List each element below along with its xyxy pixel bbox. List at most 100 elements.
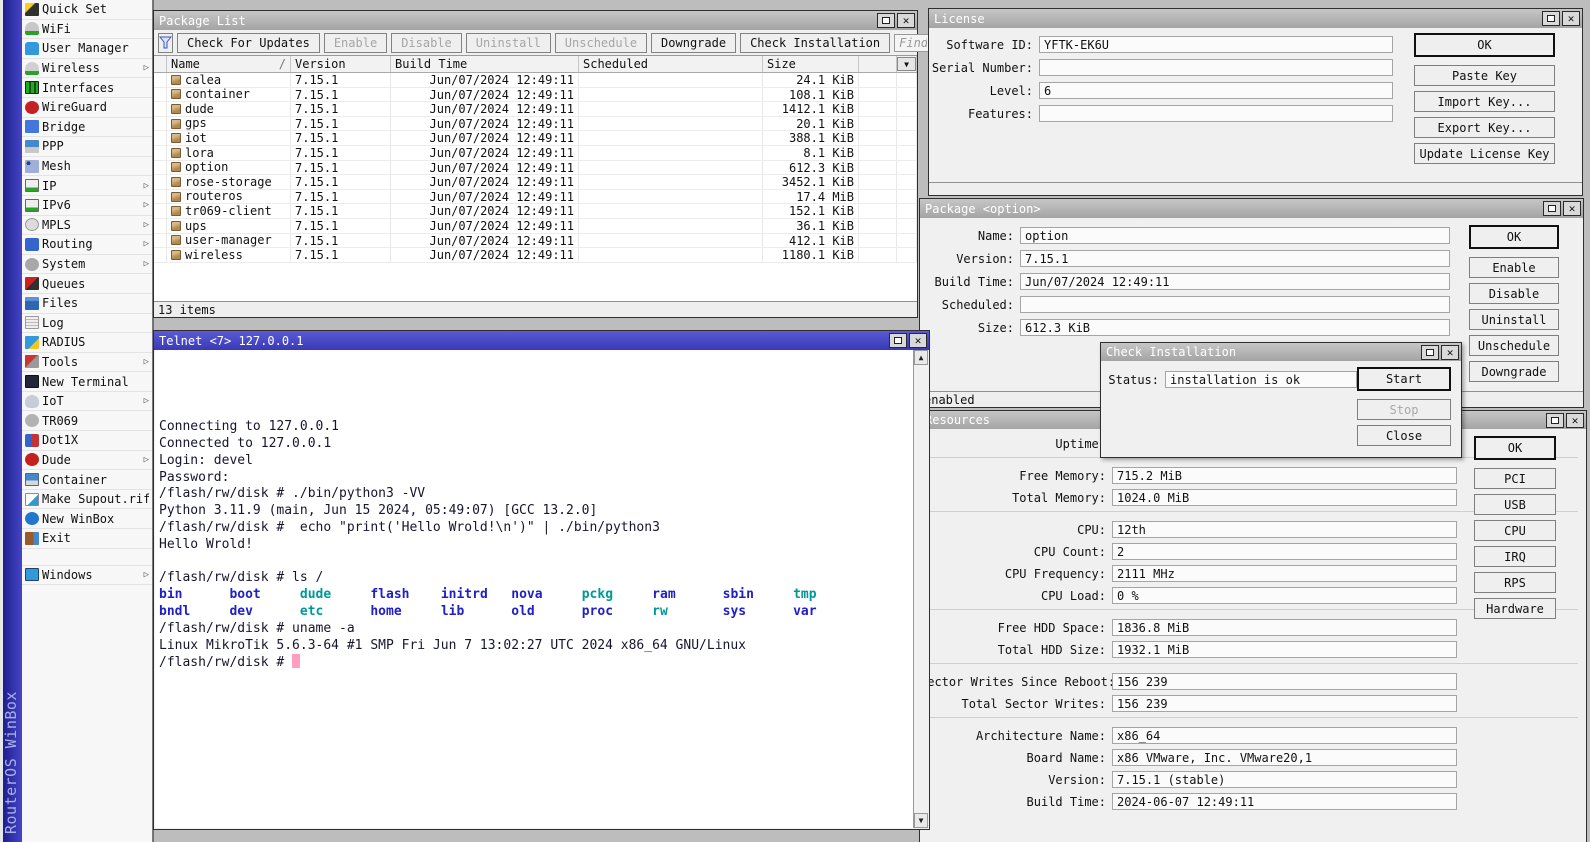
terminal-content[interactable]: Connecting to 127.0.0.1Connected to 127.… (155, 350, 913, 828)
maximize-button[interactable] (889, 333, 907, 348)
package-row[interactable]: tr069-client7.15.1Jun/07/2024 12:49:1115… (154, 204, 917, 219)
package-row[interactable]: ups7.15.1Jun/07/2024 12:49:1136.1 KiB (154, 219, 917, 234)
size-field[interactable]: 612.3 KiB (1020, 319, 1450, 336)
downgrade-button[interactable]: Downgrade (1469, 361, 1559, 382)
close-icon[interactable] (1441, 345, 1459, 360)
sidebar-item-tr069[interactable]: TR069 (22, 411, 152, 431)
build-time-field[interactable]: 2024-06-07 12:49:11 (1112, 793, 1457, 810)
name-field[interactable]: option (1020, 227, 1450, 244)
sidebar-item-radius[interactable]: RADIUS (22, 333, 152, 353)
downgrade-button[interactable]: Downgrade (651, 33, 736, 53)
maximize-button[interactable] (1543, 201, 1561, 216)
board-name-field[interactable]: x86 VMware, Inc. VMware20,1 (1112, 749, 1457, 766)
package-row[interactable]: lora7.15.1Jun/07/2024 12:49:118.1 KiB (154, 146, 917, 161)
sidebar-item-user-manager[interactable]: User Manager (22, 39, 152, 59)
check-for-updates-button[interactable]: Check For Updates (177, 33, 320, 53)
serial-number-field[interactable] (1039, 59, 1393, 76)
close-button[interactable]: Close (1357, 425, 1451, 446)
package-row[interactable]: wireless7.15.1Jun/07/2024 12:49:111180.1… (154, 248, 917, 263)
maximize-button[interactable] (1546, 413, 1564, 428)
sidebar-item-container[interactable]: Container (22, 470, 152, 490)
total-sector-writes-field[interactable]: 156 239 (1112, 695, 1457, 712)
cpu-count-field[interactable]: 2 (1112, 543, 1457, 560)
close-icon[interactable] (897, 13, 915, 28)
sidebar-item-interfaces[interactable]: Interfaces (22, 78, 152, 98)
scroll-down-icon[interactable]: ▼ (914, 813, 928, 828)
level-field[interactable]: 6 (1039, 82, 1393, 99)
sidebar-item-quick-set[interactable]: Quick Set (22, 0, 152, 20)
sidebar-item-mpls[interactable]: MPLS▷ (22, 216, 152, 236)
sidebar-item-routing[interactable]: Routing▷ (22, 235, 152, 255)
package-row[interactable]: iot7.15.1Jun/07/2024 12:49:11388.1 KiB (154, 131, 917, 146)
column-menu-button[interactable]: ▼ (897, 57, 916, 71)
build-time-field[interactable]: Jun/07/2024 12:49:11 (1020, 273, 1450, 290)
sidebar-item-iot[interactable]: IoT▷ (22, 392, 152, 412)
close-icon[interactable] (909, 333, 927, 348)
sidebar-item-dot1x[interactable]: Dot1X (22, 431, 152, 451)
free-memory-field[interactable]: 715.2 MiB (1112, 467, 1457, 484)
uninstall-button[interactable]: Uninstall (1469, 309, 1559, 330)
version-field[interactable]: 7.15.1 (stable) (1112, 771, 1457, 788)
sidebar-item-wifi[interactable]: WiFi (22, 20, 152, 40)
maximize-button[interactable] (1421, 345, 1439, 360)
version-field[interactable]: 7.15.1 (1020, 250, 1450, 267)
sidebar-item-mesh[interactable]: Mesh (22, 157, 152, 177)
cpu-field[interactable]: 12th (1112, 521, 1457, 538)
package-row[interactable]: gps7.15.1Jun/07/2024 12:49:1120.1 KiB (154, 117, 917, 132)
hardware-button[interactable]: Hardware (1474, 598, 1556, 619)
package-row[interactable]: container7.15.1Jun/07/2024 12:49:11108.1… (154, 88, 917, 103)
column-version[interactable]: Version (291, 56, 391, 72)
package-row[interactable]: rose-storage7.15.1Jun/07/2024 12:49:1134… (154, 175, 917, 190)
column-scheduled[interactable]: Scheduled (579, 56, 763, 72)
column-name[interactable]: Name/ (167, 56, 291, 72)
sidebar-item-dude[interactable]: Dude▷ (22, 451, 152, 471)
sector-writes-since-reboot-field[interactable]: 156 239 (1112, 673, 1457, 690)
cpu-frequency-field[interactable]: 2111 MHz (1112, 565, 1457, 582)
close-icon[interactable] (1566, 413, 1584, 428)
sidebar-item-wireguard[interactable]: WireGuard (22, 98, 152, 118)
close-icon[interactable] (1562, 11, 1580, 26)
status-field[interactable]: installation is ok (1165, 371, 1357, 388)
start-button[interactable]: Start (1357, 367, 1451, 391)
sidebar-item-exit[interactable]: Exit (22, 529, 152, 549)
total-hdd-size-field[interactable]: 1932.1 MiB (1112, 641, 1457, 658)
find-input[interactable] (894, 34, 932, 52)
usb-button[interactable]: USB (1474, 494, 1556, 515)
sidebar-item-ipv6[interactable]: IPv6▷ (22, 196, 152, 216)
maximize-button[interactable] (877, 13, 895, 28)
close-icon[interactable] (1563, 201, 1581, 216)
sidebar-item-make-supout-rif[interactable]: Make Supout.rif (22, 490, 152, 510)
package-row[interactable]: dude7.15.1Jun/07/2024 12:49:111412.1 KiB (154, 102, 917, 117)
paste-key-button[interactable]: Paste Key (1414, 65, 1555, 86)
unschedule-button[interactable]: Unschedule (1469, 335, 1559, 356)
check-installation-button[interactable]: Check Installation (740, 33, 890, 53)
ok-button[interactable]: OK (1414, 33, 1555, 57)
enable-button[interactable]: Enable (1469, 257, 1559, 278)
irq-button[interactable]: IRQ (1474, 546, 1556, 567)
sidebar-item-new-winbox[interactable]: New WinBox (22, 509, 152, 529)
import-key-button[interactable]: Import Key... (1414, 91, 1555, 112)
sidebar-item-ppp[interactable]: PPP (22, 137, 152, 157)
architecture-name-field[interactable]: x86_64 (1112, 727, 1457, 744)
filter-button[interactable] (158, 33, 173, 53)
pci-button[interactable]: PCI (1474, 468, 1556, 489)
ok-button[interactable]: OK (1469, 225, 1559, 249)
total-memory-field[interactable]: 1024.0 MiB (1112, 489, 1457, 506)
free-hdd-space-field[interactable]: 1836.8 MiB (1112, 619, 1457, 636)
sidebar-item-files[interactable]: Files (22, 294, 152, 314)
export-key-button[interactable]: Export Key... (1414, 117, 1555, 138)
scheduled-field[interactable] (1020, 296, 1450, 313)
sidebar-item-tools[interactable]: Tools▷ (22, 353, 152, 373)
column-build-time[interactable]: Build Time (391, 56, 579, 72)
package-row[interactable]: routeros7.15.1Jun/07/2024 12:49:1117.4 M… (154, 190, 917, 205)
scroll-up-icon[interactable]: ▲ (914, 350, 928, 365)
software-id-field[interactable]: YFTK-EK6U (1039, 36, 1393, 53)
sidebar-item-ip[interactable]: IP▷ (22, 176, 152, 196)
package-row[interactable]: user-manager7.15.1Jun/07/2024 12:49:1141… (154, 234, 917, 249)
terminal-scrollbar[interactable]: ▲ ▼ (913, 350, 928, 828)
sidebar-item-queues[interactable]: Queues (22, 274, 152, 294)
package-row[interactable]: calea7.15.1Jun/07/2024 12:49:1124.1 KiB (154, 73, 917, 88)
cpu-button[interactable]: CPU (1474, 520, 1556, 541)
sidebar-item-bridge[interactable]: Bridge (22, 118, 152, 138)
sidebar-item-system[interactable]: System▷ (22, 255, 152, 275)
